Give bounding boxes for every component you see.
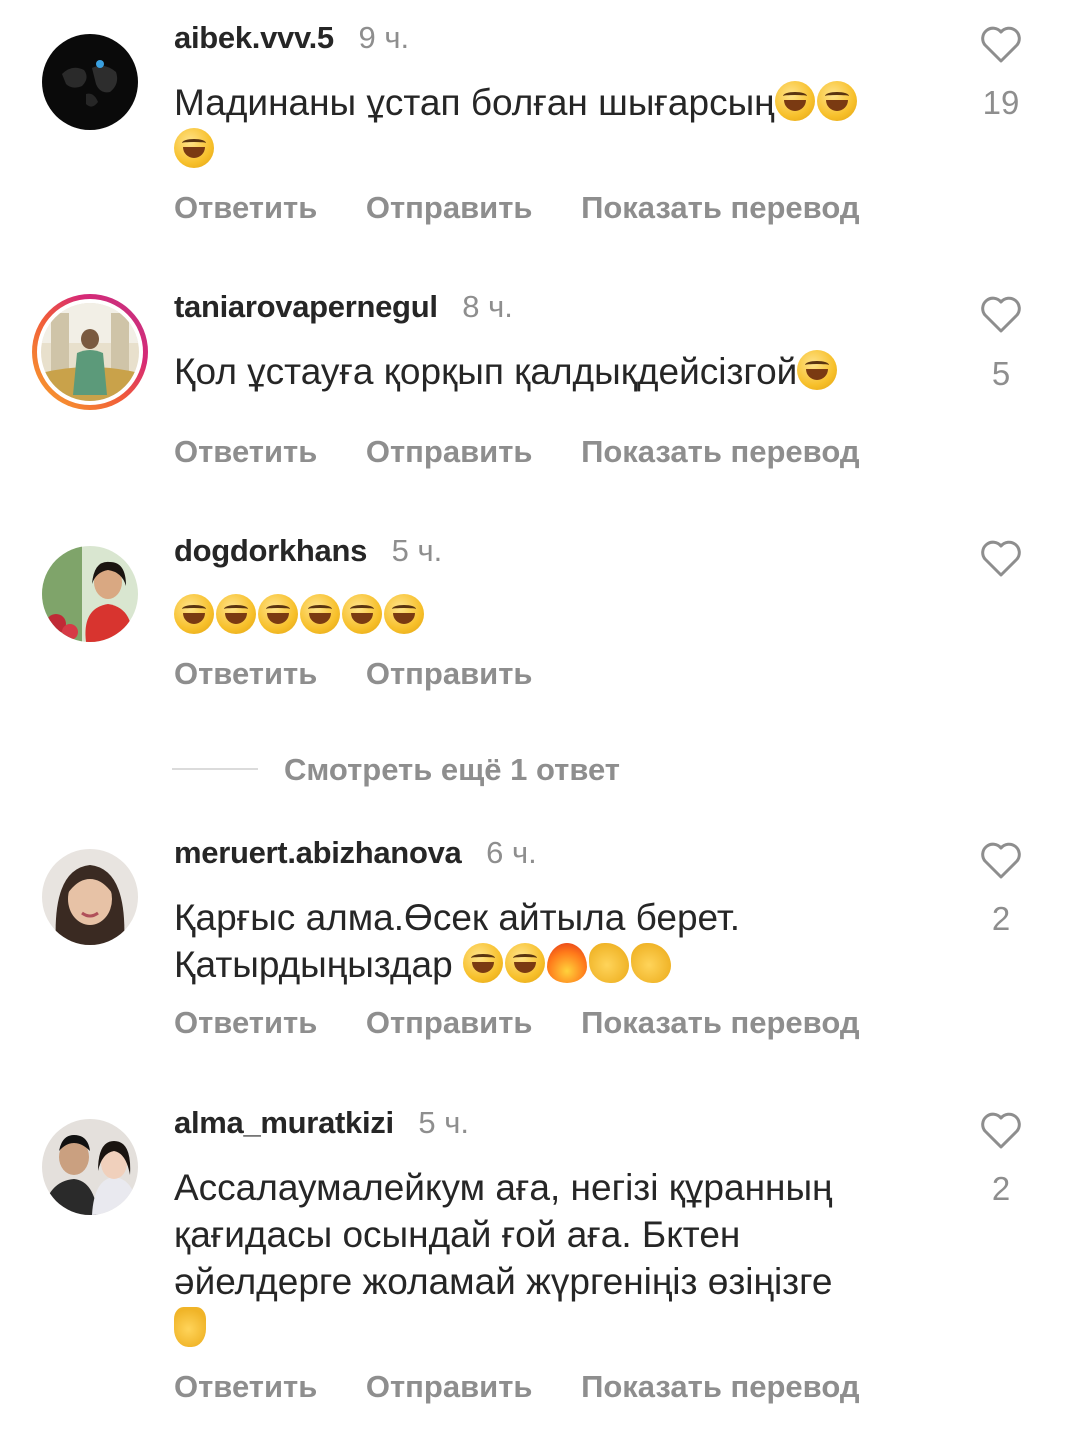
like-button[interactable] [978, 842, 1024, 880]
send-button[interactable]: Отправить [366, 1005, 533, 1040]
reply-button[interactable]: Ответить [174, 1369, 317, 1404]
username[interactable]: alma_muratkizi [174, 1105, 394, 1140]
show-translation-button[interactable]: Показать перевод [581, 434, 859, 469]
avatar[interactable] [42, 849, 138, 945]
comment-text-line: Қатырдыңыздар [174, 944, 463, 985]
reply-button[interactable]: Ответить [174, 1005, 317, 1040]
comment-text-line: Мадинаны ұстап болған шығарсың [174, 82, 775, 123]
like-count: 2 [991, 900, 1011, 937]
avatar[interactable] [32, 294, 148, 410]
comment-actions: Ответить Отправить Показать перевод [174, 1369, 900, 1405]
timestamp: 5 ч. [391, 533, 443, 568]
show-translation-button[interactable]: Показать перевод [581, 1369, 859, 1404]
avatar[interactable] [42, 546, 138, 642]
tears-of-joy-emoji-icon [797, 350, 838, 390]
reply-button[interactable]: Ответить [174, 434, 317, 469]
show-translation-button[interactable]: Показать перевод [581, 1005, 859, 1040]
like-count: 5 [991, 355, 1011, 392]
comment-header: dogdorkhans 5 ч. [174, 533, 442, 569]
send-button[interactable]: Отправить [366, 190, 533, 225]
avatar[interactable] [42, 34, 138, 130]
reply-button[interactable]: Ответить [174, 656, 317, 691]
username[interactable]: taniarovapernegul [174, 289, 438, 324]
comment-text [174, 592, 954, 639]
send-button[interactable]: Отправить [366, 656, 533, 691]
heart-outline-icon [981, 540, 1021, 577]
clapping-hands-emoji-icon [630, 943, 671, 983]
comment-actions: Ответить Отправить [174, 656, 572, 692]
comment-text-line: Қол ұстауға қорқып қалдықдейсізгой [174, 351, 798, 392]
tears-of-joy-emoji-icon [342, 594, 382, 634]
like-button[interactable] [978, 296, 1024, 334]
thumbs-up-emoji-icon [174, 1307, 206, 1347]
comment-text: Ассалаумалейкум аға, негізі құранның қағ… [174, 1164, 954, 1352]
avatar[interactable] [42, 1119, 138, 1215]
replies-divider [172, 768, 258, 770]
timestamp: 6 ч. [486, 835, 537, 870]
comment-text: Мадинаны ұстап болған шығарсың [174, 79, 954, 173]
show-translation-button[interactable]: Показать перевод [581, 190, 859, 225]
heart-outline-icon [981, 1112, 1021, 1149]
send-button[interactable]: Отправить [366, 1369, 533, 1404]
comment-header: aibek.vvv.5 9 ч. [174, 20, 409, 56]
comment-header: alma_muratkizi 5 ч. [174, 1105, 469, 1141]
comment-text: Қарғыс алма.Өсек айтыла берет. Қатырдыңы… [174, 894, 954, 988]
comment-actions: Ответить Отправить Показать перевод [174, 434, 900, 470]
comment-text-line: Ассалаумалейкум аға, негізі құранның [174, 1167, 833, 1208]
comment-header: meruert.abizhanova 6 ч. [174, 835, 537, 871]
clapping-hands-emoji-icon [588, 943, 629, 983]
comment-text-line: әйелдерге жоламай жүргеніңіз өзіңізге [174, 1261, 833, 1302]
like-count: 2 [991, 1170, 1011, 1207]
comment-header: taniarovapernegul 8 ч. [174, 289, 513, 325]
tears-of-joy-emoji-icon [216, 594, 256, 634]
tears-of-joy-emoji-icon [384, 594, 424, 634]
view-more-replies-button[interactable]: Смотреть ещё 1 ответ [284, 752, 620, 788]
comment-text: Қол ұстауға қорқып қалдықдейсізгой [174, 348, 954, 395]
comment-text-line: Қарғыс алма.Өсек айтыла берет. [174, 897, 741, 938]
timestamp: 8 ч. [462, 289, 513, 324]
rofl-emoji-icon [774, 81, 815, 121]
tears-of-joy-emoji-icon [504, 943, 545, 983]
username[interactable]: meruert.abizhanova [174, 835, 462, 870]
rofl-emoji-icon [816, 81, 857, 121]
rofl-emoji-icon [174, 128, 214, 168]
fire-emoji-icon [546, 943, 587, 983]
like-button[interactable] [978, 26, 1024, 64]
tears-of-joy-emoji-icon [462, 943, 503, 983]
timestamp: 5 ч. [418, 1105, 470, 1140]
story-ring [37, 299, 143, 405]
send-button[interactable]: Отправить [366, 434, 533, 469]
comment-text-line: қағидасы осындай ғой аға. Бктен [174, 1214, 741, 1255]
heart-outline-icon [981, 842, 1021, 879]
timestamp: 9 ч. [358, 20, 410, 55]
tears-of-joy-emoji-icon [300, 594, 340, 634]
heart-outline-icon [981, 26, 1021, 63]
comment-actions: Ответить Отправить Показать перевод [174, 190, 900, 226]
comment-actions: Ответить Отправить Показать перевод [174, 1005, 900, 1041]
heart-outline-icon [981, 296, 1021, 333]
avatar-image [41, 303, 139, 401]
tears-of-joy-emoji-icon [174, 594, 214, 634]
like-button[interactable] [978, 1112, 1024, 1150]
username[interactable]: aibek.vvv.5 [174, 20, 334, 55]
like-count: 19 [982, 84, 1020, 121]
tears-of-joy-emoji-icon [258, 594, 298, 634]
username[interactable]: dogdorkhans [174, 533, 367, 568]
reply-button[interactable]: Ответить [174, 190, 317, 225]
like-button[interactable] [978, 540, 1024, 578]
